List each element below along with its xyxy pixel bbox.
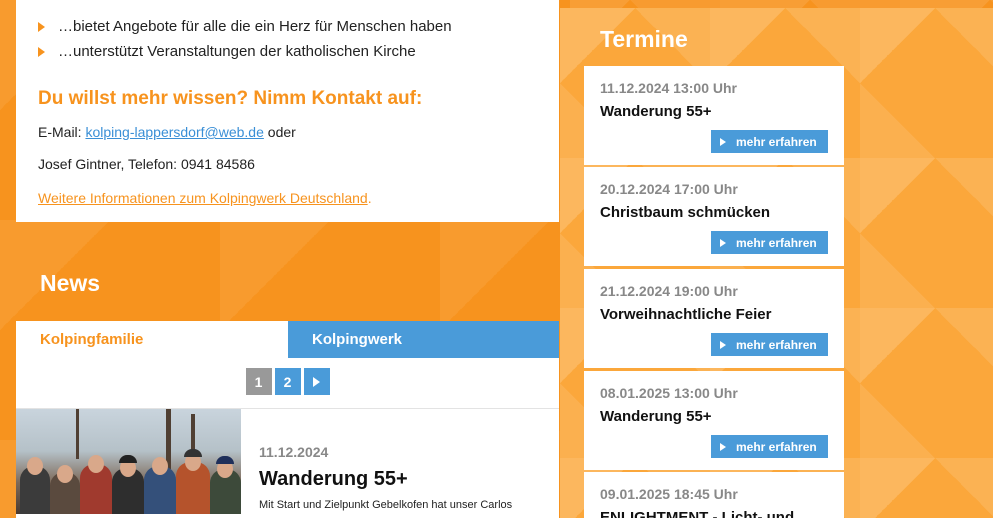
- tab-kolpingfamilie[interactable]: Kolpingfamilie: [16, 321, 288, 358]
- event-more-button[interactable]: mehr erfahren: [711, 231, 828, 254]
- bullet-item: …unterstützt Veranstaltungen der katholi…: [38, 39, 537, 64]
- bullet-arrow-icon: [38, 21, 45, 32]
- link-suffix: .: [367, 190, 372, 206]
- bullet-list: …bietet Angebote für alle die ein Herz f…: [38, 14, 537, 64]
- page-1-button[interactable]: 1: [245, 368, 272, 395]
- next-page-button[interactable]: [303, 368, 330, 395]
- person-head: [152, 457, 168, 475]
- event-date: 08.01.2025 13:00 Uhr: [600, 385, 738, 401]
- news-photo[interactable]: [16, 409, 241, 514]
- news-text: 11.12.2024 Wanderung 55+ Mit Start und Z…: [241, 409, 512, 514]
- person-head: [27, 457, 43, 475]
- play-arrow-icon: [720, 340, 726, 349]
- news-heading: News: [40, 270, 101, 296]
- cap: [184, 449, 202, 457]
- bullet-item: …bietet Angebote für alle die ein Herz f…: [38, 14, 537, 39]
- bullet-text: …unterstützt Veranstaltungen der katholi…: [58, 43, 416, 60]
- email-link[interactable]: kolping-lappersdorf@web.de: [85, 124, 263, 140]
- event-card: 11.12.2024 13:00 Uhr Wanderung 55+ mehr …: [584, 66, 844, 165]
- event-more-button[interactable]: mehr erfahren: [711, 435, 828, 458]
- email-line: E-Mail: kolping-lappersdorf@web.de oder: [38, 124, 537, 140]
- play-arrow-icon: [720, 238, 726, 247]
- event-title: Vorweihnachtliche Feier: [600, 306, 772, 323]
- news-excerpt: Mit Start und Zielpunkt Gebelkofen hat u…: [259, 499, 513, 511]
- event-card: 20.12.2024 17:00 Uhr Christbaum schmücke…: [584, 167, 844, 266]
- event-date: 11.12.2024 13:00 Uhr: [600, 80, 737, 96]
- event-more-label: mehr erfahren: [736, 235, 817, 250]
- info-card: …bietet Angebote für alle die ein Herz f…: [16, 0, 559, 222]
- event-date: 09.01.2025 18:45 Uhr: [600, 486, 738, 502]
- next-arrow-icon: [313, 376, 320, 387]
- cap: [119, 455, 137, 463]
- event-title: Wanderung 55+: [600, 408, 712, 425]
- bullet-arrow-icon: [38, 46, 45, 57]
- event-card: 21.12.2024 19:00 Uhr Vorweihnachtliche F…: [584, 269, 844, 368]
- news-card: Kolpingfamilie Kolpingwerk 1 2 11.12.202…: [16, 321, 559, 518]
- email-prefix: E-Mail:: [38, 124, 86, 140]
- more-info-line: Weitere Informationen zum Kolpingwerk De…: [38, 190, 537, 206]
- event-more-button[interactable]: mehr erfahren: [711, 333, 828, 356]
- pagination: 1 2: [16, 368, 559, 396]
- news-date: 11.12.2024: [259, 444, 329, 460]
- termine-heading: Termine: [600, 26, 688, 52]
- phone-line: Josef Gintner, Telefon: 0941 84586: [38, 156, 255, 172]
- event-more-label: mehr erfahren: [736, 439, 817, 454]
- tree-trunk: [166, 409, 171, 469]
- bullet-text: …bietet Angebote für alle die ein Herz f…: [58, 18, 452, 35]
- event-card: 08.01.2025 13:00 Uhr Wanderung 55+ mehr …: [584, 371, 844, 470]
- email-suffix: oder: [263, 124, 296, 140]
- news-item[interactable]: 11.12.2024 Wanderung 55+ Mit Start und Z…: [16, 409, 559, 514]
- event-title: Christbaum schmücken: [600, 204, 771, 221]
- tab-kolpingwerk[interactable]: Kolpingwerk: [288, 321, 559, 358]
- page-2-button[interactable]: 2: [274, 368, 301, 395]
- kolpingwerk-link[interactable]: Weitere Informationen zum Kolpingwerk De…: [38, 190, 368, 206]
- event-more-label: mehr erfahren: [736, 134, 817, 149]
- person-head: [88, 455, 104, 473]
- event-date: 21.12.2024 19:00 Uhr: [600, 283, 738, 299]
- news-headline[interactable]: Wanderung 55+: [259, 468, 512, 491]
- contact-heading: Du willst mehr wissen? Nimm Kontakt auf:: [38, 88, 423, 109]
- event-title: Wanderung 55+: [600, 103, 712, 120]
- play-arrow-icon: [720, 137, 726, 146]
- cap: [216, 456, 234, 464]
- event-date: 20.12.2024 17:00 Uhr: [600, 181, 738, 197]
- person-head: [57, 465, 73, 483]
- event-card: 09.01.2025 18:45 Uhr ENLIGHTMENT - Licht…: [584, 472, 844, 518]
- play-arrow-icon: [720, 442, 726, 451]
- event-more-button[interactable]: mehr erfahren: [711, 130, 828, 153]
- tree-trunk: [76, 409, 79, 459]
- event-more-label: mehr erfahren: [736, 337, 817, 352]
- event-title: ENLIGHTMENT - Licht- und: [600, 509, 795, 518]
- news-tabs: Kolpingfamilie Kolpingwerk: [16, 321, 559, 358]
